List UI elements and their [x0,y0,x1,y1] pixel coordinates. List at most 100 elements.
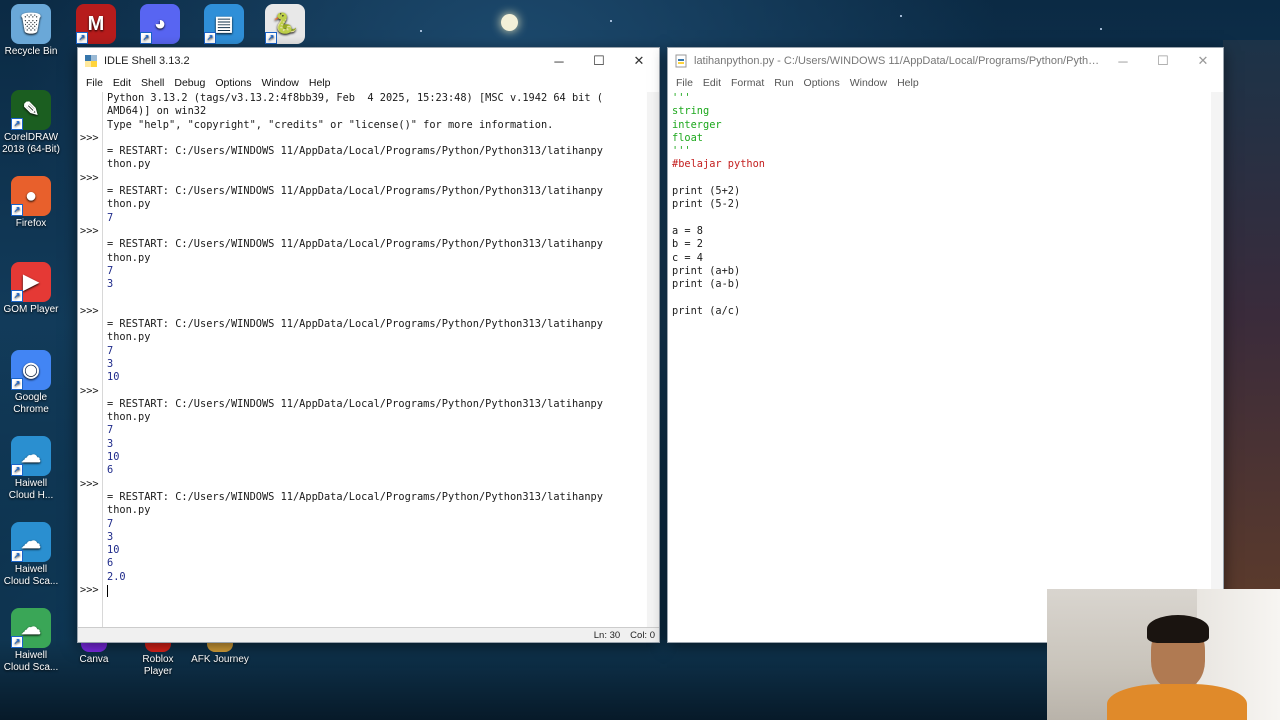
shell-line-text: 10 [107,451,120,464]
desktop-shortcut[interactable]: ☁ ↗ Haiwell Cloud Sca... [1,608,61,674]
haiwell-scada-2-icon: ☁ ↗ [11,608,51,648]
menu-item-options[interactable]: Options [210,77,256,89]
desktop-shortcut[interactable]: ◉ ↗ Google Chrome [1,350,61,416]
editor-title: latihanpython.py - C:/Users/WINDOWS 11/A… [694,55,1103,67]
desktop-shortcut[interactable]: ◕ ↗ [130,4,190,46]
menu-item-shell[interactable]: Shell [136,77,169,89]
desktop-shortcut-label: Haiwell Cloud H... [8,478,54,501]
shell-line: = RESTART: C:/Users/WINDOWS 11/AppData/L… [78,491,647,504]
shortcut-arrow-icon: ↗ [265,32,277,44]
maximize-button[interactable]: ☐ [1143,48,1183,74]
shell-line: >>> [78,172,647,185]
desktop-shortcut[interactable]: ✎ ↗ CorelDRAW 2018 (64-Bit) [1,90,61,156]
minimize-button[interactable]: ─ [1103,48,1143,74]
editor-code-area[interactable]: ''' string interger float ''' #belajar python… [672,92,1211,642]
shell-line-text: 10 [107,371,120,384]
shell-line-text: 6 [107,557,114,570]
shell-titlebar[interactable]: IDLE Shell 3.13.2 ─ ☐ ✕ [78,48,659,74]
menu-item-options[interactable]: Options [799,77,845,89]
shell-line: thon.py [78,198,647,211]
shell-prompt: >>> [80,384,99,397]
minimize-button[interactable]: ─ [539,48,579,74]
shortcut-arrow-icon: ↗ [11,464,23,476]
code-line: c = 4 [672,251,703,264]
code-line: print (a/c) [672,304,741,317]
shell-line: thon.py [78,158,647,171]
menu-item-help[interactable]: Help [304,77,336,89]
menu-item-file[interactable]: File [671,77,698,89]
webcam-overlay [1047,589,1280,720]
shell-line: thon.py [78,331,647,344]
shortcut-arrow-icon: ↗ [11,290,23,302]
desktop-shortcut-label: Haiwell Cloud Sca... [3,650,59,673]
shell-line: = RESTART: C:/Users/WINDOWS 11/AppData/L… [78,318,647,331]
shell-line: 3 [78,438,647,451]
menu-item-window[interactable]: Window [845,77,892,89]
shortcut-arrow-icon: ↗ [11,204,23,216]
menu-item-run[interactable]: Run [769,77,798,89]
shell-line: = RESTART: C:/Users/WINDOWS 11/AppData/L… [78,238,647,251]
shell-line: >>> [78,385,647,398]
shell-line-text: 7 [107,264,114,277]
shell-line-text: = RESTART: C:/Users/WINDOWS 11/AppData/L… [107,145,603,158]
menu-item-edit[interactable]: Edit [108,77,136,89]
shell-line-text: thon.py [107,331,151,344]
shell-line: 3 [78,531,647,544]
shell-line: 3 [78,278,647,291]
code-line: float [672,131,703,144]
shell-output-area[interactable]: Python 3.13.2 (tags/v3.13.2:4f8bb39, Feb… [78,92,647,628]
editor-window[interactable]: latihanpython.py - C:/Users/WINDOWS 11/A… [667,47,1224,643]
close-button[interactable]: ✕ [619,48,659,74]
shell-statusbar: Ln: 30 Col: 0 [78,627,659,642]
shell-line-text: Python 3.13.2 (tags/v3.13.2:4f8bb39, Feb… [107,92,603,104]
idle-shell-window[interactable]: IDLE Shell 3.13.2 ─ ☐ ✕ File Edit Shell Deb… [77,47,660,643]
menu-item-edit[interactable]: Edit [698,77,726,89]
shell-line: Python 3.13.2 (tags/v3.13.2:4f8bb39, Feb… [78,92,647,105]
shell-prompt: >>> [80,224,99,237]
desktop-shortcut[interactable]: ● ↗ Firefox [1,176,61,230]
code-line: print (5+2) [672,185,741,198]
menu-item-debug[interactable]: Debug [169,77,210,89]
desktop-shortcut[interactable]: ☁ ↗ Haiwell Cloud H... [1,436,61,502]
desktop-shortcut[interactable]: 🗑 Recycle Bin [1,4,61,58]
shell-line: 7 [78,424,647,437]
desktop-shortcut[interactable]: ☁ ↗ Haiwell Cloud Sca... [1,522,61,588]
mendeley-icon: M ↗ [76,4,116,44]
menu-item-format[interactable]: Format [726,77,769,89]
code-line: ''' [672,145,691,158]
star [900,15,902,17]
shell-line: = RESTART: C:/Users/WINDOWS 11/AppData/L… [78,398,647,411]
close-button[interactable]: ✕ [1183,48,1223,74]
shell-line-text: = RESTART: C:/Users/WINDOWS 11/AppData/L… [107,397,603,410]
menu-item-file[interactable]: File [81,77,108,89]
shell-scrollbar[interactable] [647,92,659,628]
shell-line: 7 [78,345,647,358]
maximize-button[interactable]: ☐ [579,48,619,74]
shell-line-text: thon.py [107,251,151,264]
editor-menubar: File Edit Format Run Options Window Help [668,74,1223,92]
code-line: print (5-2) [672,198,741,211]
menu-item-window[interactable]: Window [257,77,304,89]
person-shirt [1107,684,1247,720]
wallpaper-right-scene [1223,40,1280,590]
desktop-shortcut[interactable]: 🐍 ↗ [255,4,315,46]
menu-item-help[interactable]: Help [892,77,924,89]
code-line: print (a+b) [672,264,741,277]
desktop-shortcut[interactable]: ▤ ↗ [194,4,254,46]
shell-line-text: thon.py [107,411,151,424]
haiwell-scada-icon: ☁ ↗ [11,522,51,562]
shell-line-text: = RESTART: C:/Users/WINDOWS 11/AppData/L… [107,318,603,331]
desktop-shortcut[interactable]: ▶ ↗ GOM Player [1,262,61,316]
python-file-icon [675,54,687,68]
desktop-shortcut[interactable]: M ↗ [66,4,126,46]
shell-line: >>> [78,132,647,145]
shell-line: 6 [78,557,647,570]
shortcut-arrow-icon: ↗ [140,32,152,44]
editor-scrollbar[interactable] [1211,92,1223,642]
editor-titlebar[interactable]: latihanpython.py - C:/Users/WINDOWS 11/A… [668,48,1223,74]
code-line: interger [672,118,722,131]
shell-title: IDLE Shell 3.13.2 [104,55,190,67]
desktop-shortcut-label: Roblox Player [142,654,174,677]
